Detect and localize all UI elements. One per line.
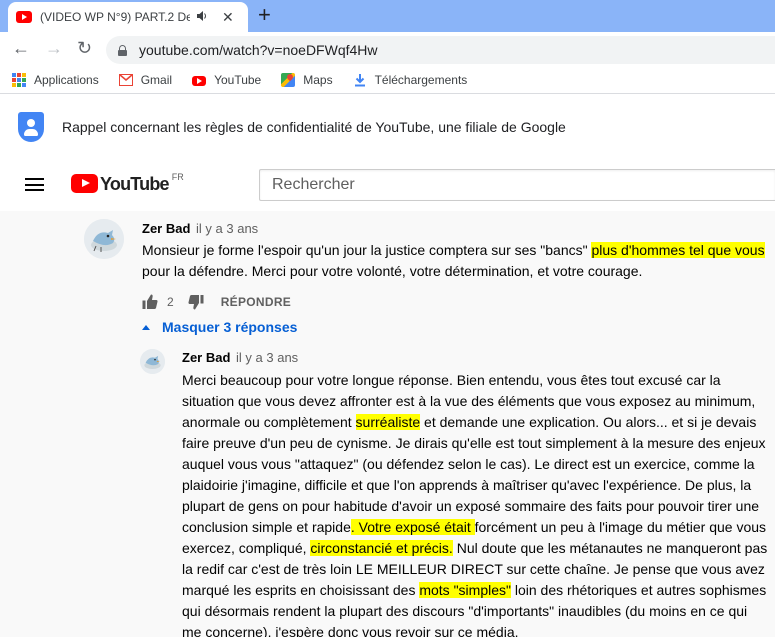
bookmark-downloads[interactable]: Téléchargements: [353, 72, 468, 87]
bookmark-gmail[interactable]: Gmail: [118, 72, 173, 87]
tab-strip: (VIDEO WP N°9) PART.2 Den ✕ +: [0, 0, 775, 32]
youtube-header: YouTube FR: [0, 155, 775, 211]
like-button-icon[interactable]: [142, 294, 158, 310]
region-code: FR: [171, 172, 184, 182]
bookmark-applications[interactable]: Applications: [12, 72, 99, 87]
lock-icon[interactable]: [118, 44, 127, 56]
reply-text: Merci beaucoup pour votre longue réponse…: [182, 370, 770, 637]
youtube-favicon-icon: [16, 11, 32, 23]
reply-author-name[interactable]: Zer Bad: [182, 350, 230, 365]
reload-button[interactable]: ↻: [77, 37, 92, 59]
youtube-logo-icon: [71, 174, 98, 193]
highlighted-text: circonstancié et précis.: [310, 540, 453, 556]
comment-actions: 2 RÉPONDRE: [142, 292, 291, 312]
tab-title: (VIDEO WP N°9) PART.2 Den: [40, 10, 190, 24]
close-tab-icon[interactable]: ✕: [222, 9, 234, 26]
youtube-logo[interactable]: YouTube FR: [71, 172, 184, 194]
reply-avatar[interactable]: [140, 349, 165, 374]
bookmark-label: Gmail: [140, 72, 173, 87]
back-button[interactable]: ←: [12, 37, 30, 59]
bookmark-label: YouTube: [214, 72, 262, 87]
bookmark-maps[interactable]: Maps: [281, 72, 333, 87]
youtube-logo-word: YouTube: [100, 174, 170, 194]
highlighted-text: plus d'hommes tel que vous: [591, 242, 765, 258]
highlighted-text: . Votre exposé était: [350, 519, 475, 535]
download-icon: [353, 73, 367, 87]
reply-timestamp[interactable]: il y a 3 ans: [236, 350, 298, 365]
comment-author[interactable]: Zer Bad il y a 3 ans: [142, 221, 258, 236]
speaker-icon[interactable]: [196, 10, 208, 25]
url-text: youtube.com/watch?v=noeDFWqf4Hw: [139, 42, 378, 58]
hide-replies-label: Masquer 3 réponses: [162, 319, 298, 335]
dislike-button-icon[interactable]: [188, 294, 204, 310]
bookmarks-bar: Applications Gmail YouTube Maps Téléchar…: [0, 66, 775, 94]
bookmark-label: Maps: [303, 72, 333, 87]
privacy-shield-icon: [18, 112, 44, 142]
reply-author[interactable]: Zer Bad il y a 3 ans: [182, 350, 298, 365]
new-tab-button[interactable]: +: [258, 2, 271, 28]
like-count: 2: [167, 295, 174, 309]
commenter-avatar[interactable]: [84, 219, 124, 259]
bookmark-youtube[interactable]: YouTube: [192, 73, 261, 87]
privacy-banner-text: Rappel concernant les règles de confiden…: [62, 119, 566, 135]
comment-timestamp[interactable]: il y a 3 ans: [196, 221, 258, 236]
comment-text-part: pour la défendre. Merci pour votre volon…: [142, 263, 643, 279]
apps-icon: [12, 72, 26, 87]
comment-text-part: Monsieur je forme l'espoir qu'un jour la…: [142, 242, 592, 258]
comment-author-name[interactable]: Zer Bad: [142, 221, 190, 236]
gmail-icon: [118, 73, 133, 87]
search-input[interactable]: [259, 169, 775, 201]
highlighted-text: mots "simples": [419, 582, 511, 598]
comment-text: Monsieur je forme l'espoir qu'un jour la…: [142, 240, 772, 282]
bookmark-label: Applications: [34, 72, 99, 87]
maps-icon: [281, 72, 296, 87]
address-bar[interactable]: youtube.com/watch?v=noeDFWqf4Hw: [106, 36, 775, 64]
comments-section: Zer Bad il y a 3 ans Monsieur je forme l…: [0, 211, 775, 637]
privacy-banner[interactable]: Rappel concernant les règles de confiden…: [0, 95, 775, 155]
menu-icon[interactable]: [25, 178, 44, 191]
caret-up-icon: [142, 324, 150, 330]
hide-replies-button[interactable]: Masquer 3 réponses: [142, 319, 297, 335]
reply-button[interactable]: RÉPONDRE: [221, 295, 291, 309]
reply-text-part: et demande une explication. Ou alors... …: [182, 414, 766, 535]
highlighted-text: surréaliste: [355, 414, 421, 430]
bookmark-label: Téléchargements: [374, 72, 468, 87]
forward-button[interactable]: →: [45, 37, 63, 59]
youtube-icon: [192, 75, 207, 86]
browser-toolbar: ← → ↻ youtube.com/watch?v=noeDFWqf4Hw: [0, 32, 775, 66]
browser-tab[interactable]: (VIDEO WP N°9) PART.2 Den ✕: [8, 2, 248, 32]
